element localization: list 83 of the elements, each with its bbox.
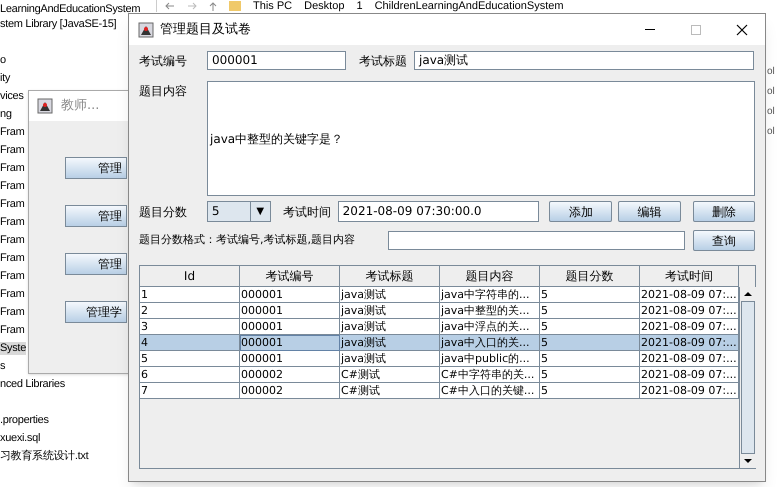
close-icon[interactable] xyxy=(736,24,748,36)
action-button[interactable]: 查询 xyxy=(693,230,755,251)
menu-button[interactable]: 管理学 xyxy=(65,301,127,323)
table-cell: 000001 xyxy=(240,319,340,335)
text-area[interactable]: java中整型的关键字是？ xyxy=(207,81,755,196)
tree-item[interactable]: .properties xyxy=(0,414,49,427)
list-item: ol xyxy=(767,105,776,119)
breadcrumb-item[interactable]: 1 xyxy=(356,0,363,12)
action-button[interactable]: 添加 xyxy=(549,201,612,222)
format-hint: 题目分数格式：考试编号,考试标题,题目内容 xyxy=(139,232,356,248)
tree-item[interactable]: vices xyxy=(0,90,24,103)
tree-item[interactable]: nced Libraries xyxy=(0,378,65,391)
menu-button[interactable]: 管理 xyxy=(65,253,127,275)
breadcrumb-item[interactable]: ChildrenLearningAndEducationSystem xyxy=(374,0,564,12)
forward-arrow-icon[interactable] xyxy=(187,2,197,10)
tree-item[interactable]: o xyxy=(0,54,6,67)
list-item: ol xyxy=(767,85,776,99)
input-field[interactable]: java测试 xyxy=(414,51,754,70)
column-header[interactable]: 考试标题 xyxy=(340,266,440,287)
tree-item[interactable]: s xyxy=(0,360,6,373)
folder-icon xyxy=(229,1,241,11)
app-icon xyxy=(37,98,53,114)
table-cell: C#中入口的关键... xyxy=(440,383,540,399)
tree-item[interactable]: Fram xyxy=(0,162,24,175)
tree-item[interactable]: Fram xyxy=(0,288,24,301)
scroll-thumb[interactable] xyxy=(741,301,755,454)
tree-item[interactable]: ng xyxy=(0,108,12,121)
search-field[interactable] xyxy=(388,231,686,250)
action-button[interactable]: 编辑 xyxy=(618,201,682,222)
tree-item[interactable]: Fram xyxy=(0,270,24,283)
tree-item[interactable]: Fram xyxy=(0,252,24,265)
tree-item[interactable]: ity xyxy=(0,72,10,85)
up-arrow-icon[interactable] xyxy=(209,2,217,10)
input-field[interactable]: 2021-08-09 07:30:00.0 xyxy=(338,201,540,222)
tree-item[interactable]: xuexi.sql xyxy=(0,432,40,445)
list-item: ol xyxy=(767,65,776,79)
window-title: 教师... xyxy=(61,97,100,116)
table-row[interactable]: 4 000001 java测试 java中入口的关... 5 2021-08-09 07:... xyxy=(140,335,739,351)
table-row[interactable]: 7 000002 C#测试 C#中入口的关键... 5 2021-08-09 07:... xyxy=(140,383,739,399)
table-cell: C#测试 xyxy=(340,383,440,399)
table-row[interactable]: 6 000002 C#测试 C#中字符串的关... 5 2021-08-09 07:... xyxy=(140,367,739,383)
table-row[interactable]: 2 000001 java测试 java中整型的关... 5 2021-08-09 07:... xyxy=(140,303,739,319)
tree-item[interactable]: LearningAndEducationSystem xyxy=(0,3,140,16)
table-cell: 000001 xyxy=(240,335,340,351)
column-header[interactable]: 考试时间 xyxy=(640,266,739,287)
field-label: 考试时间 xyxy=(282,204,332,220)
app-icon xyxy=(138,22,154,38)
breadcrumb-item[interactable]: Desktop xyxy=(304,0,344,12)
scrollbar[interactable] xyxy=(739,287,756,468)
table-row[interactable]: 5 000001 java测试 java中public的... 5 2021-08-09 07:... xyxy=(140,351,739,367)
tree-item[interactable]: stem Library [JavaSE-15] xyxy=(0,18,116,31)
tree-item[interactable]: Fram xyxy=(0,234,24,247)
tree-item[interactable]: Fram xyxy=(0,198,24,211)
menu-button[interactable]: 管理 xyxy=(65,205,127,227)
field-label: 题目内容 xyxy=(139,83,188,100)
column-header[interactable]: 题目分数 xyxy=(540,266,640,287)
column-header[interactable]: 考试编号 xyxy=(240,266,340,287)
list-item: ol xyxy=(767,125,776,139)
tree-item[interactable]: Syste xyxy=(0,342,26,355)
column-header[interactable]: Id xyxy=(140,266,240,287)
tree-item[interactable]: Fram xyxy=(0,324,24,337)
action-button[interactable]: 删除 xyxy=(693,201,755,222)
field-label: 考试编号 xyxy=(139,52,188,70)
field-label: 题目分数 xyxy=(139,204,188,220)
tree-item[interactable]: Fram xyxy=(0,126,24,139)
tree-item[interactable]: Fram xyxy=(0,180,24,193)
column-header[interactable]: 题目内容 xyxy=(440,266,540,287)
table-cell: 000002 xyxy=(240,383,340,399)
back-arrow-icon[interactable] xyxy=(165,2,175,10)
dropdown[interactable]: 5 ▼ xyxy=(206,201,271,222)
table-row[interactable]: 3 000001 java测试 java中浮点的关... 5 2021-08-09 07:... xyxy=(140,319,739,335)
tree-item[interactable]: Fram xyxy=(0,144,24,157)
window-title: 管理题目及试卷 xyxy=(160,20,251,39)
tree-item[interactable]: 习教育系统设计.txt xyxy=(0,450,88,463)
tree-item[interactable]: Fram xyxy=(0,216,24,229)
breadcrumb-item[interactable]: This PC xyxy=(253,0,292,12)
tree-item[interactable]: Fram xyxy=(0,306,24,319)
field-label: 考试标题 xyxy=(359,52,408,70)
menu-button[interactable]: 管理 xyxy=(65,157,127,179)
table-row[interactable]: 1 000001 java测试 java中字符串的... 5 2021-08-09 07:... xyxy=(140,287,739,303)
table-cell: 5 xyxy=(540,383,640,399)
input-field[interactable]: 000001 xyxy=(207,51,346,70)
table-cell: 7 xyxy=(140,383,240,399)
